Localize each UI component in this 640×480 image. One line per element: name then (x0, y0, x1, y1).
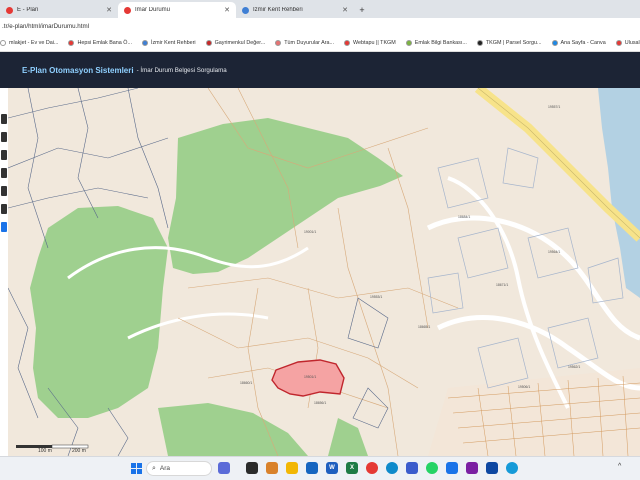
tab-close-icon[interactable]: ✕ (106, 6, 112, 14)
widgets-icon[interactable] (218, 462, 230, 474)
bookmark-label: Tüm Duyurular Ara... (284, 39, 334, 46)
chrome-icon[interactable] (366, 462, 378, 474)
app-icon[interactable] (446, 462, 458, 474)
bookmark-favicon-icon (0, 39, 6, 46)
bookmark-item[interactable]: Ana Sayfa - Canva (551, 39, 606, 46)
bookmark-label: Ana Sayfa - Canva (560, 39, 606, 46)
app-icon[interactable] (466, 462, 478, 474)
parcel-label: 19553/1 (370, 295, 382, 299)
scale-label-right: 200 m (72, 448, 86, 454)
bookmark-favicon-icon (68, 39, 75, 46)
bookmark-favicon-icon (343, 39, 350, 46)
cadastral-map[interactable]: 19501/1 18656/1 19553/1 18665/1 19562/1 … (8, 88, 640, 456)
address-bar[interactable]: .tr/e-plan/html/imarDurumu.html (0, 18, 640, 34)
store-icon[interactable] (406, 462, 418, 474)
tab-izmir-kent-rehberi[interactable]: İzmir Kent Rehberi ✕ (236, 2, 354, 18)
tab-label: E - Plan (17, 7, 39, 13)
bookmark-label: mlakjet - Ev ve Dai... (9, 39, 59, 46)
bookmark-favicon-icon (275, 39, 282, 46)
bookmark-item[interactable]: Hepsi Emlak Bana Ö... (68, 39, 132, 46)
map-scale-bar: 100 m 200 m (14, 440, 94, 454)
parcel-label: 19562/1 (568, 365, 580, 369)
tab-favicon-icon (124, 6, 131, 14)
bookmark-label: Webtapu || TKGM (352, 39, 396, 46)
task-view-icon[interactable] (246, 462, 258, 474)
parcel-label: 19564/1 (548, 250, 560, 254)
map-left-toolbar (0, 88, 8, 456)
map-tool-button[interactable] (1, 222, 7, 232)
app-header: E-Plan Otomasyon Sistemleri - İmar Durum… (0, 52, 640, 88)
windows-taskbar: ⌕ Ara W X ^ (0, 456, 640, 480)
forest-area (30, 206, 168, 418)
parcel-label: 18656/1 (314, 401, 326, 405)
bookmark-favicon-icon (476, 39, 483, 46)
parcel-label: 18665/1 (418, 325, 430, 329)
parcel-label: 19557/1 (548, 105, 560, 109)
bookmark-item[interactable]: TKGM | Parsel Sorgu... (476, 39, 542, 46)
bookmark-item[interactable]: İzmir Kent Rehberi (141, 39, 196, 46)
map-canvas[interactable]: 19501/1 18656/1 19553/1 18665/1 19562/1 … (8, 88, 640, 456)
chevron-up-icon[interactable]: ^ (618, 463, 621, 470)
app-icon[interactable] (486, 462, 498, 474)
word-icon[interactable]: W (326, 462, 338, 474)
tab-label: İzmir Kent Rehberi (253, 7, 303, 13)
bookmark-item[interactable]: Tüm Duyurular Ara... (275, 39, 334, 46)
app-subtitle: - İmar Durum Belgesi Sorgulama (136, 66, 227, 74)
taskbar-search-placeholder: Ara (159, 465, 171, 472)
search-icon: ⌕ (152, 464, 156, 472)
tab-favicon-icon (242, 6, 249, 14)
mail-icon[interactable] (306, 462, 318, 474)
bookmark-item[interactable]: Emlak Bilgi Bankası... (405, 39, 467, 46)
bookmark-favicon-icon (405, 39, 412, 46)
bookmark-item[interactable]: Webtapu || TKGM (343, 39, 396, 46)
bookmark-label: Emlak Bilgi Bankası... (414, 39, 467, 46)
edge-icon[interactable] (506, 462, 518, 474)
map-tool-button[interactable] (1, 186, 7, 196)
bookmark-favicon-icon (615, 39, 622, 46)
map-tool-button[interactable] (1, 150, 7, 160)
parcel-label: 18684/1 (458, 215, 470, 219)
tab-close-icon[interactable]: ✕ (342, 6, 348, 14)
map-tool-button[interactable] (1, 132, 7, 142)
map-tool-button[interactable] (1, 114, 7, 124)
parcel-label: 19001/1 (304, 230, 316, 234)
tab-close-icon[interactable]: ✕ (224, 6, 230, 14)
bookmarks-bar: mlakjet - Ev ve Dai... Hepsi Emlak Bana Ö… (0, 34, 640, 52)
map-tool-button[interactable] (1, 168, 7, 178)
parcel-label: 19501/1 (304, 375, 316, 379)
bookmark-label: TKGM | Parsel Sorgu... (485, 39, 542, 46)
excel-icon[interactable]: X (346, 462, 358, 474)
map-tool-button[interactable] (1, 204, 7, 214)
bookmark-item[interactable]: Ulusal Coğrafi Bilgi... (615, 39, 640, 46)
whatsapp-icon[interactable] (426, 462, 438, 474)
bookmark-label: Ulusal Coğrafi Bilgi... (624, 39, 640, 46)
bookmark-favicon-icon (141, 39, 148, 46)
new-tab-button[interactable]: + (354, 2, 370, 18)
browser-tab-strip: E - Plan ✕ İmar Durumu ✕ İzmir Kent Rehb… (0, 0, 640, 18)
file-explorer-icon[interactable] (286, 462, 298, 474)
tab-favicon-icon (6, 6, 13, 14)
bookmark-label: Gayrimenkul Değer... (214, 39, 266, 46)
parcel-label: 18660/1 (240, 381, 252, 385)
url-text[interactable]: .tr/e-plan/html/imarDurumu.html (2, 23, 89, 30)
bookmark-favicon-icon (205, 39, 212, 46)
bookmark-label: Hepsi Emlak Bana Ö... (77, 39, 132, 46)
bookmark-item[interactable]: Gayrimenkul Değer... (205, 39, 266, 46)
taskbar-search-box[interactable]: ⌕ Ara (146, 461, 212, 476)
tab-label: İmar Durumu (135, 7, 171, 13)
parcel-label: 18671/1 (496, 283, 508, 287)
app-title: E-Plan Otomasyon Sistemleri (22, 65, 134, 75)
scale-label-left: 100 m (38, 448, 52, 454)
parcel-label: 19506/1 (518, 385, 530, 389)
windows-start-icon[interactable] (131, 463, 142, 474)
tab-eplan[interactable]: E - Plan ✕ (0, 2, 118, 18)
photos-icon[interactable] (266, 462, 278, 474)
tab-imar-durumu[interactable]: İmar Durumu ✕ (118, 2, 236, 18)
bookmark-item[interactable]: mlakjet - Ev ve Dai... (0, 39, 59, 46)
edge-icon[interactable] (386, 462, 398, 474)
bookmark-favicon-icon (551, 39, 558, 46)
bookmark-label: İzmir Kent Rehberi (150, 39, 196, 46)
